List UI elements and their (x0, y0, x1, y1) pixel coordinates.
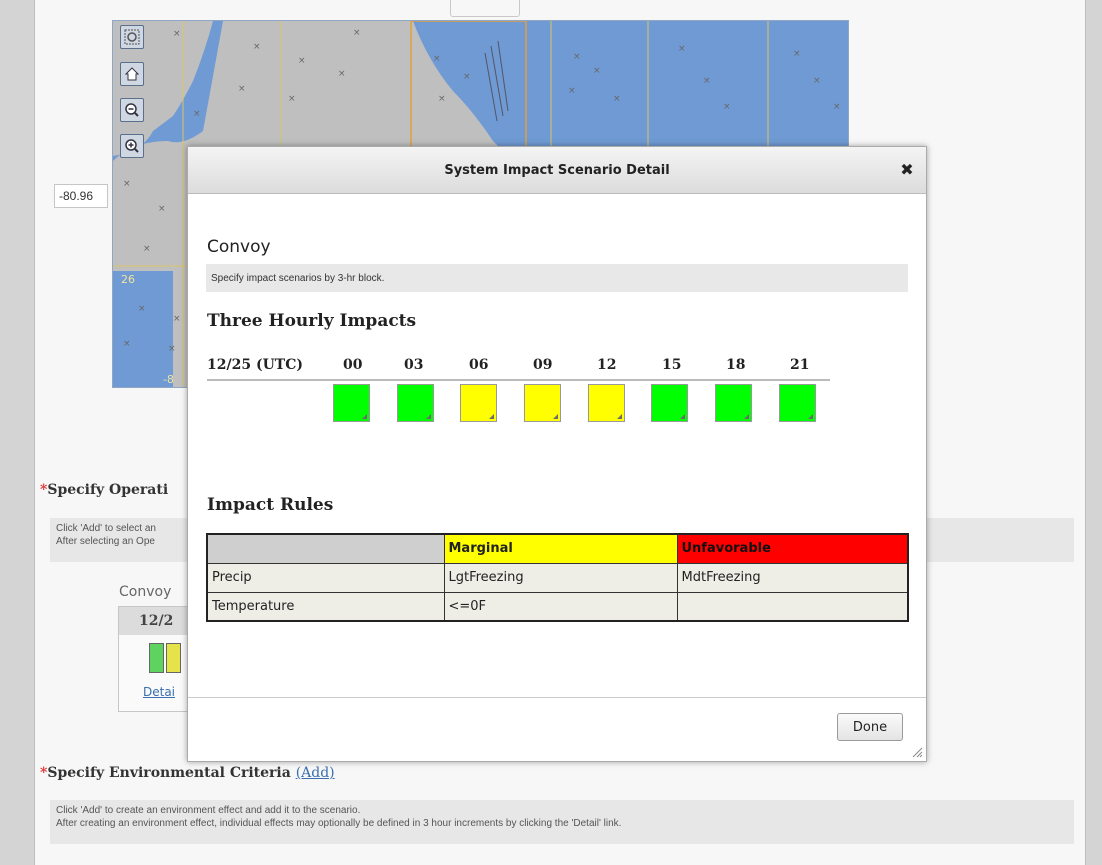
grid-label: -8 (163, 373, 174, 386)
zoom-out-button[interactable] (120, 98, 144, 122)
impact-rules-table: Marginal Unfavorable Precip LgtFreezing … (206, 533, 909, 622)
close-icon[interactable]: ✖ (898, 161, 916, 179)
hour-label: 09 (533, 357, 553, 373)
svg-text:×: × (813, 76, 821, 86)
marginal-header: Marginal (443, 533, 678, 564)
impact-cell-12[interactable] (588, 384, 625, 422)
top-tab (450, 0, 520, 17)
dialog-titlebar[interactable]: System Impact Scenario Detail ✖ (188, 147, 926, 194)
impact-cell-06[interactable] (460, 384, 497, 422)
home-icon (124, 67, 140, 81)
table-row: Temperature <=0F (206, 591, 909, 622)
environmental-help-box: Click 'Add' to create an environment eff… (50, 800, 1074, 844)
svg-text:×: × (298, 56, 306, 66)
svg-text:×: × (613, 94, 621, 104)
environmental-section-title: *Specify Environmental Criteria (Add) (40, 765, 335, 781)
svg-text:×: × (173, 314, 181, 324)
svg-text:×: × (168, 344, 176, 354)
table-cell: Temperature (206, 591, 445, 622)
table-cell: Precip (206, 562, 445, 593)
svg-text:×: × (253, 42, 261, 52)
table-header-row: Marginal Unfavorable (206, 533, 909, 564)
table-cell: LgtFreezing (443, 562, 678, 593)
grid-label: 26 (121, 273, 135, 286)
operation-description: Specify impact scenarios by 3-hr block. (206, 264, 908, 292)
operation-detail-link[interactable]: Detai (143, 685, 175, 699)
svg-text:×: × (703, 76, 711, 86)
operation-name: Convoy (207, 237, 271, 257)
hour-label: 18 (726, 357, 746, 373)
impact-cell-21[interactable] (779, 384, 816, 422)
svg-text:×: × (123, 339, 131, 349)
svg-text:×: × (123, 179, 131, 189)
svg-text:×: × (158, 204, 166, 214)
svg-text:×: × (438, 94, 446, 104)
svg-text:×: × (143, 244, 151, 254)
table-row: Precip LgtFreezing MdtFreezing (206, 562, 909, 593)
zoom-box-button[interactable] (120, 25, 144, 49)
svg-text:×: × (193, 109, 201, 119)
done-button[interactable]: Done (837, 713, 903, 741)
impact-mini-bar (149, 643, 164, 673)
hour-label: 06 (469, 357, 489, 373)
operation-label: Convoy (119, 584, 172, 600)
svg-text:×: × (568, 86, 576, 96)
operations-section-title: *Specify Operati (40, 482, 168, 498)
zoom-in-button[interactable] (120, 134, 144, 158)
hour-label: 15 (662, 357, 682, 373)
zoom-in-icon (125, 139, 139, 153)
coastline-hatch (484, 40, 509, 122)
svg-text:×: × (288, 94, 296, 104)
zoom-box-icon (124, 29, 140, 45)
dialog-title: System Impact Scenario Detail (444, 162, 670, 178)
impact-cell-09[interactable] (524, 384, 561, 422)
svg-text:×: × (463, 72, 471, 82)
date-label: 12/25 (UTC) (207, 357, 303, 373)
hour-label: 12 (597, 357, 617, 373)
table-header-cell (206, 533, 445, 564)
zoom-out-icon (125, 103, 139, 117)
dialog-footer-divider (188, 697, 926, 698)
impact-mini-bar (166, 643, 181, 673)
help-line: After creating an environment effect, in… (56, 818, 622, 829)
svg-text:×: × (573, 52, 581, 62)
hour-label: 21 (790, 357, 810, 373)
resize-grip-icon[interactable] (911, 746, 923, 758)
operations-title-text: Specify Operati (47, 482, 169, 498)
unfavorable-header: Unfavorable (676, 533, 909, 564)
table-cell: <=0F (443, 591, 678, 622)
add-environment-link[interactable]: (Add) (296, 765, 335, 781)
svg-text:×: × (238, 84, 246, 94)
impact-cell-00[interactable] (333, 384, 370, 422)
hours-header: 12/25 (UTC) 00 03 06 09 12 15 18 21 (207, 357, 830, 381)
svg-text:×: × (173, 29, 181, 39)
home-button[interactable] (120, 62, 144, 86)
hour-label: 03 (404, 357, 424, 373)
hour-label: 00 (343, 357, 363, 373)
impact-cell-15[interactable] (651, 384, 688, 422)
svg-text:×: × (353, 28, 361, 38)
environmental-title-text: Specify Environmental Criteria (47, 765, 291, 781)
three-hourly-heading: Three Hourly Impacts (207, 311, 417, 331)
help-line: Click 'Add' to create an environment eff… (56, 805, 361, 816)
svg-text:×: × (678, 44, 686, 54)
scenario-detail-dialog: System Impact Scenario Detail ✖ Convoy S… (187, 146, 927, 762)
impact-rules-heading: Impact Rules (207, 495, 334, 515)
impact-cell-18[interactable] (715, 384, 752, 422)
longitude-field[interactable]: -80.96 (54, 184, 108, 208)
impact-cell-03[interactable] (397, 384, 434, 422)
svg-text:×: × (723, 102, 731, 112)
svg-text:×: × (793, 49, 801, 59)
table-cell: MdtFreezing (676, 562, 909, 593)
svg-text:×: × (593, 66, 601, 76)
svg-text:×: × (833, 102, 841, 112)
table-cell (676, 591, 909, 622)
svg-text:×: × (433, 54, 441, 64)
svg-text:×: × (138, 304, 146, 314)
svg-text:×: × (338, 69, 346, 79)
